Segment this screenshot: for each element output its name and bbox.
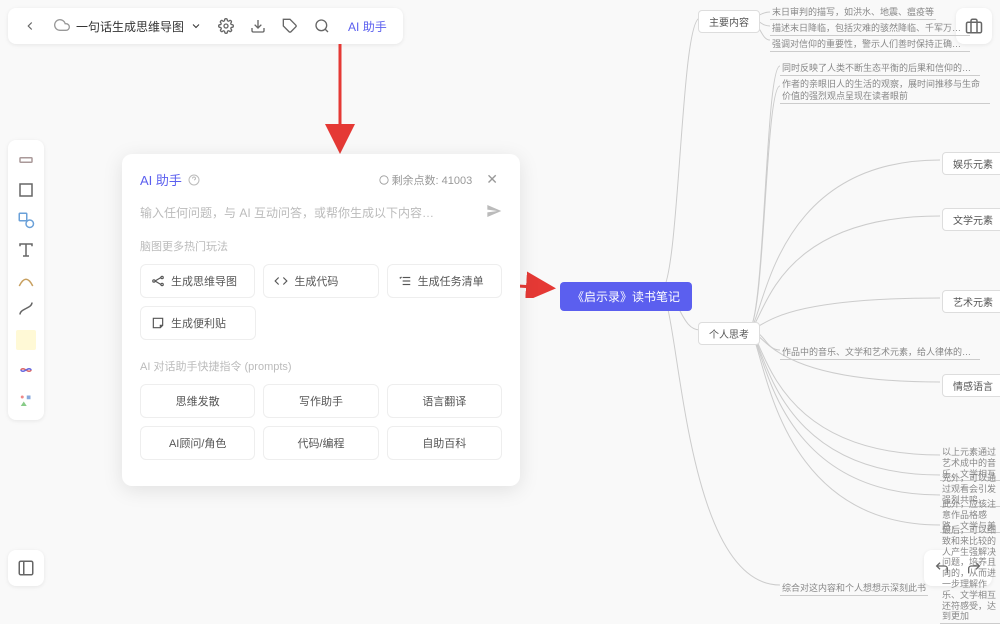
cloud-icon <box>54 17 70 36</box>
action-generate-mindmap[interactable]: 生成思维导图 <box>140 264 255 298</box>
mindmap-leaf[interactable]: 最后，可以细致和来比较的人产生强解决问题，培养且向的，从而进一步理解作乐、文学相… <box>940 524 1000 624</box>
mindmap-node[interactable]: 文学元素 <box>942 208 1000 231</box>
tool-shape[interactable] <box>12 206 40 234</box>
tool-pen[interactable] <box>12 266 40 294</box>
mindmap-node[interactable]: 艺术元素 <box>942 290 1000 313</box>
prompt-writing[interactable]: 写作助手 <box>263 384 378 418</box>
ai-assistant-button[interactable]: AI 助手 <box>340 18 395 35</box>
settings-button[interactable] <box>212 12 240 40</box>
mindmap-leaf[interactable]: 强调对信仰的重要性，警示人们善时保持正确的信仰 <box>770 36 970 52</box>
popular-section-label: 脑图更多热门玩法 <box>140 238 502 254</box>
action-generate-code[interactable]: 生成代码 <box>263 264 378 298</box>
mindmap-leaf[interactable]: 末日审判的描写，如洪水、地震、瘟疫等 <box>770 4 936 20</box>
mindmap-leaf[interactable]: 作者的亲眼旧人的生活的观察，展时间推移与生命价值的强烈观点呈现在读者眼前 <box>780 78 990 104</box>
tool-more[interactable] <box>12 386 40 414</box>
tool-frame[interactable] <box>12 176 40 204</box>
ai-assistant-panel: AI 助手 剩余点数: 41003 ✕ 脑图更多热门玩法 生成思维导图 生成代码 <box>122 154 520 486</box>
mindmap-canvas[interactable]: 《启示录》读书笔记 主要内容 个人思考 末日审判的描写，如洪水、地震、瘟疫等 描… <box>560 0 1000 594</box>
sticky-icon <box>151 316 165 330</box>
action-generate-tasklist[interactable]: 生成任务清单 <box>387 264 502 298</box>
prompt-translate[interactable]: 语言翻译 <box>387 384 502 418</box>
tag-button[interactable] <box>276 12 304 40</box>
outline-toggle-button[interactable] <box>8 550 44 586</box>
chevron-down-icon <box>190 20 202 32</box>
prompt-encyclopedia[interactable]: 自助百科 <box>387 426 502 460</box>
tool-text[interactable] <box>12 236 40 264</box>
document-title-dropdown[interactable]: 一句话生成思维导图 <box>48 17 208 36</box>
document-title: 一句话生成思维导图 <box>76 18 184 35</box>
mindmap-root-node[interactable]: 《启示录》读书笔记 <box>560 282 692 311</box>
top-toolbar: 一句话生成思维导图 AI 助手 <box>8 8 403 44</box>
back-button[interactable] <box>16 12 44 40</box>
tool-mindmap[interactable] <box>12 356 40 384</box>
mindmap-node[interactable]: 情感语言 <box>942 374 1000 397</box>
mindmap-leaf[interactable]: 描述末日降临，包括灾难的骇然降临、千军万魔的形象等 <box>770 20 970 36</box>
credits-indicator: 剩余点数: 41003 <box>379 172 473 188</box>
mindmap-leaf[interactable]: 同时反映了人类不断生态平衡的后果和信仰的重要性 <box>780 60 980 76</box>
mindmap-node[interactable]: 个人思考 <box>698 322 760 345</box>
prompts-section-label: AI 对话助手快捷指令 (prompts) <box>140 358 502 374</box>
prompt-coding[interactable]: 代码/编程 <box>263 426 378 460</box>
tool-sticky-note[interactable] <box>16 330 36 350</box>
ai-prompt-input[interactable] <box>140 206 478 220</box>
prompt-ai-role[interactable]: AI顾问/角色 <box>140 426 255 460</box>
close-button[interactable]: ✕ <box>482 171 502 188</box>
annotation-arrow-down <box>320 44 360 154</box>
tool-connector[interactable] <box>12 296 40 324</box>
ai-panel-title: AI 助手 <box>140 170 200 189</box>
tasklist-icon <box>398 274 412 288</box>
search-button[interactable] <box>308 12 336 40</box>
export-button[interactable] <box>244 12 272 40</box>
prompt-diverge[interactable]: 思维发散 <box>140 384 255 418</box>
left-tool-sidebar <box>8 140 44 420</box>
code-icon <box>274 274 288 288</box>
help-icon[interactable] <box>188 174 200 186</box>
mindmap-icon <box>151 274 165 288</box>
mindmap-node[interactable]: 娱乐元素 <box>942 152 1000 175</box>
mindmap-leaf[interactable]: 作品中的音乐、文学和艺术元素，给人律体的激烈的情感故事 <box>780 344 980 360</box>
tool-select[interactable] <box>12 146 40 174</box>
mindmap-node[interactable]: 主要内容 <box>698 10 760 33</box>
send-button[interactable] <box>486 203 502 222</box>
action-generate-sticky[interactable]: 生成便利贴 <box>140 306 256 340</box>
